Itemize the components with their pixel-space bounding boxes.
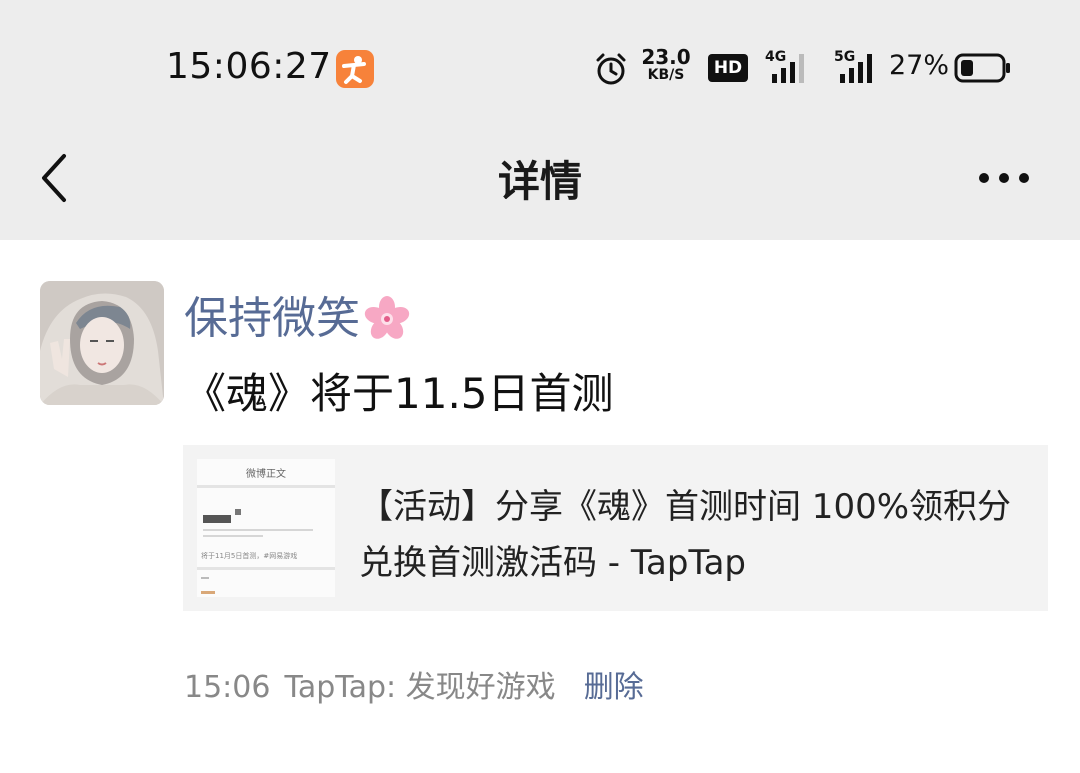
thumbnail-text-line xyxy=(201,577,209,579)
page-title: 详情 xyxy=(497,157,582,206)
thumbnail-text-line xyxy=(203,529,313,531)
more-dots-icon[interactable] xyxy=(974,166,1034,190)
thumbnail-divider xyxy=(197,485,335,488)
username-text: 保持微笑 xyxy=(184,293,360,344)
network-speed-value: 23.0 xyxy=(641,45,691,69)
post-username[interactable]: 保持微笑 xyxy=(184,282,412,346)
post-time: 15:06 xyxy=(184,670,271,705)
hd-label: HD xyxy=(713,58,743,78)
signal-icon xyxy=(840,54,872,83)
alarm-icon xyxy=(596,53,626,85)
top-navigation-bar: 详情 xyxy=(0,120,1080,240)
thumbnail-divider xyxy=(197,567,335,570)
status-bar: 15:06:27 23.0 KB/S HD 4G 5G 27% xyxy=(0,0,1080,120)
shared-link-card[interactable]: 微博正文 将于11月5日首测，#网易游戏 【活动】分享《魂》首测时间 100%领… xyxy=(183,445,1048,611)
post-text: 《魂》将于11.5日首测 xyxy=(184,369,614,418)
delete-link[interactable]: 删除 xyxy=(584,670,644,705)
cherry-blossom-icon xyxy=(364,296,410,339)
hd-voice-icon: HD xyxy=(708,54,748,82)
post-meta: 15:06 TapTap: 发现好游戏 删除 xyxy=(184,662,658,706)
thumbnail-redacted-block xyxy=(201,591,215,594)
status-time: 15:06:27 xyxy=(166,46,332,87)
post-source[interactable]: TapTap: 发现好游戏 xyxy=(284,670,555,705)
link-title: 【活动】分享《魂》首测时间 100%领积分兑换首测激活码 - TapTap xyxy=(359,487,1012,583)
thumbnail-text-line xyxy=(203,535,263,537)
thumbnail-line: 将于11月5日首测，#网易游戏 xyxy=(201,552,298,560)
moment-detail-screen: 15:06:27 23.0 KB/S HD 4G 5G 27% 详情 保持微笑 … xyxy=(0,0,1080,773)
thumbnail-redacted-block xyxy=(235,509,241,515)
network-speed: 23.0 KB/S xyxy=(640,47,692,82)
battery-percent: 27% xyxy=(889,50,950,81)
app-notification-icon xyxy=(336,50,374,88)
thumbnail-redacted-block xyxy=(203,515,231,523)
network-speed-unit: KB/S xyxy=(647,67,685,83)
battery-icon xyxy=(954,53,1010,83)
user-avatar[interactable] xyxy=(40,281,164,405)
signal-icon xyxy=(772,54,804,83)
thumbnail-title: 微博正文 xyxy=(246,469,286,480)
link-thumbnail: 微博正文 将于11月5日首测，#网易游戏 xyxy=(197,459,335,597)
